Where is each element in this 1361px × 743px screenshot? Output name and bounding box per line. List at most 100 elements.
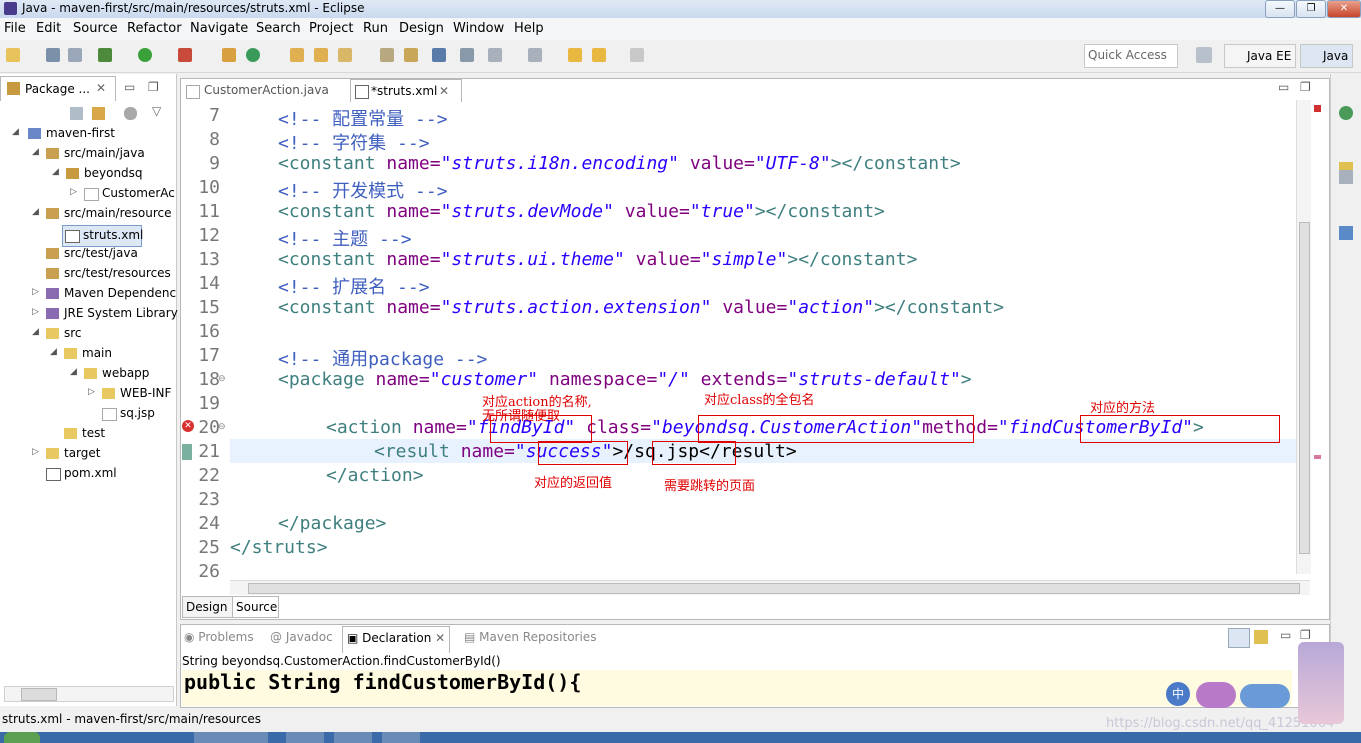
- new-java-project-icon[interactable]: [222, 48, 236, 62]
- menu-navigate[interactable]: Navigate: [190, 21, 248, 36]
- jsp-file-icon: [102, 408, 117, 421]
- taskbar-item[interactable]: [286, 732, 324, 743]
- fold-icon[interactable]: ⊖: [218, 422, 226, 432]
- xml-value: "struts.devMode": [440, 201, 614, 222]
- annotation-box-result-name: [538, 441, 628, 465]
- tab-customeraction-java[interactable]: CustomerAction.java: [184, 79, 344, 101]
- ime-icon[interactable]: 中: [1166, 682, 1190, 706]
- menu-search[interactable]: Search: [256, 21, 301, 36]
- maximize-button[interactable]: ❐: [1296, 0, 1326, 18]
- fold-icon[interactable]: ⊖: [218, 374, 226, 384]
- tab-maven-repositories[interactable]: ▤ Maven Repositories: [464, 630, 596, 644]
- scrollbar-thumb[interactable]: [248, 583, 1300, 594]
- tab-declaration[interactable]: ▣ Declaration ✕: [342, 626, 451, 653]
- build-icon[interactable]: [404, 48, 418, 62]
- vertical-scrollbar[interactable]: [1296, 100, 1311, 574]
- maximize-view-icon[interactable]: ❐: [148, 80, 159, 94]
- menu-edit[interactable]: Edit: [36, 21, 61, 36]
- maven-file-icon: [46, 468, 61, 481]
- filter-icon[interactable]: [124, 107, 137, 120]
- line-number: 14: [198, 273, 220, 294]
- tab-source[interactable]: Source: [232, 596, 279, 618]
- menu-run[interactable]: Run: [363, 21, 388, 36]
- tree-label: src: [64, 326, 82, 340]
- outline-icon[interactable]: [1339, 106, 1353, 120]
- hierarchy-icon[interactable]: [1339, 226, 1353, 240]
- open-input-icon[interactable]: [1254, 630, 1268, 644]
- tab-struts-xml[interactable]: *struts.xml ✕: [350, 79, 462, 102]
- link-editor-icon[interactable]: [92, 107, 105, 120]
- collapse-all-icon[interactable]: [70, 107, 83, 120]
- menu-file[interactable]: File: [4, 21, 26, 36]
- error-overview-marker[interactable]: [1314, 105, 1321, 112]
- open-resource-icon[interactable]: [314, 48, 328, 62]
- open-perspective-icon[interactable]: [1196, 47, 1212, 63]
- menu-source[interactable]: Source: [73, 21, 118, 36]
- tab-problems[interactable]: ◉ Problems: [184, 630, 254, 644]
- overview-marker[interactable]: [1314, 455, 1321, 459]
- horizontal-scrollbar[interactable]: [4, 686, 174, 702]
- menu-project[interactable]: Project: [309, 21, 353, 36]
- save-icon[interactable]: [46, 48, 60, 62]
- tree-item-struts-xml[interactable]: struts.xml: [62, 225, 143, 247]
- start-button[interactable]: [4, 732, 40, 743]
- minimize-panel-icon[interactable]: ▭: [1280, 628, 1291, 642]
- console-icon[interactable]: [432, 48, 446, 62]
- xml-tag: ></constant>: [830, 153, 961, 174]
- search-icon[interactable]: [338, 48, 352, 62]
- menu-refactor[interactable]: Refactor: [127, 21, 182, 36]
- view-menu-icon[interactable]: ▽: [152, 104, 161, 118]
- run-icon[interactable]: [138, 48, 152, 62]
- maximize-editor-icon[interactable]: ❐: [1300, 80, 1311, 94]
- perspective-java[interactable]: Java: [1300, 44, 1354, 68]
- external-tools-icon[interactable]: [178, 48, 192, 62]
- minimize-button[interactable]: —: [1265, 0, 1295, 18]
- menu-design[interactable]: Design: [399, 21, 444, 36]
- taskbar-item[interactable]: [334, 732, 372, 743]
- new-class-icon[interactable]: [246, 48, 260, 62]
- xml-comment: <!-- 字符集 -->: [278, 133, 430, 154]
- menu-help[interactable]: Help: [514, 21, 544, 36]
- last-edit-icon[interactable]: [568, 48, 582, 62]
- close-button[interactable]: ✕: [1327, 0, 1361, 18]
- debug-icon[interactable]: [98, 48, 112, 62]
- taskbar-item[interactable]: [194, 732, 268, 743]
- perspective-java-ee[interactable]: Java EE: [1224, 44, 1297, 68]
- minimize-editor-icon[interactable]: ▭: [1278, 80, 1289, 94]
- close-icon[interactable]: ✕: [439, 80, 449, 102]
- save-all-icon[interactable]: [68, 48, 82, 62]
- link-with-editor-icon[interactable]: [1228, 628, 1250, 648]
- annotation-box-class: [698, 415, 974, 443]
- taskbar-item[interactable]: [382, 732, 420, 743]
- quick-access-input[interactable]: Quick Access: [1084, 44, 1178, 68]
- scrollbar-thumb[interactable]: [1299, 222, 1310, 554]
- tab-design[interactable]: Design: [182, 596, 235, 618]
- prev-annotation-icon[interactable]: [528, 48, 542, 62]
- tab-javadoc[interactable]: @ Javadoc: [270, 630, 333, 644]
- error-icon[interactable]: ✕: [182, 420, 194, 432]
- open-type-icon[interactable]: [290, 48, 304, 62]
- code-line-9: <constant name="struts.i18n.encoding" va…: [278, 153, 961, 174]
- back-icon[interactable]: [592, 48, 606, 62]
- minimize-view-icon[interactable]: ▭: [124, 80, 135, 94]
- next-annotation-icon[interactable]: [488, 48, 502, 62]
- maximize-panel-icon[interactable]: ❐: [1300, 628, 1311, 642]
- scrollbar-thumb[interactable]: [21, 688, 57, 701]
- close-icon[interactable]: ✕: [96, 81, 106, 95]
- line-number: 25: [198, 537, 220, 558]
- forward-icon[interactable]: [630, 48, 644, 62]
- new-icon[interactable]: [6, 48, 20, 62]
- java-file-icon: [84, 188, 99, 201]
- line-number: 12: [198, 225, 220, 246]
- xml-tag: <constant: [278, 297, 387, 318]
- line-number: 7: [209, 105, 220, 126]
- tree-label: Maven Dependenc: [64, 286, 177, 300]
- toggle-mark-icon[interactable]: [460, 48, 474, 62]
- package-explorer-tab[interactable]: Package ... ✕: [0, 76, 116, 101]
- outline-view-icon[interactable]: [1339, 170, 1353, 184]
- task-icon[interactable]: [380, 48, 394, 62]
- window-title-bar: Java - maven-first/src/main/resources/st…: [0, 0, 1361, 18]
- change-marker: [182, 444, 192, 460]
- editor-horizontal-scrollbar[interactable]: [230, 580, 1310, 595]
- menu-window[interactable]: Window: [453, 21, 504, 36]
